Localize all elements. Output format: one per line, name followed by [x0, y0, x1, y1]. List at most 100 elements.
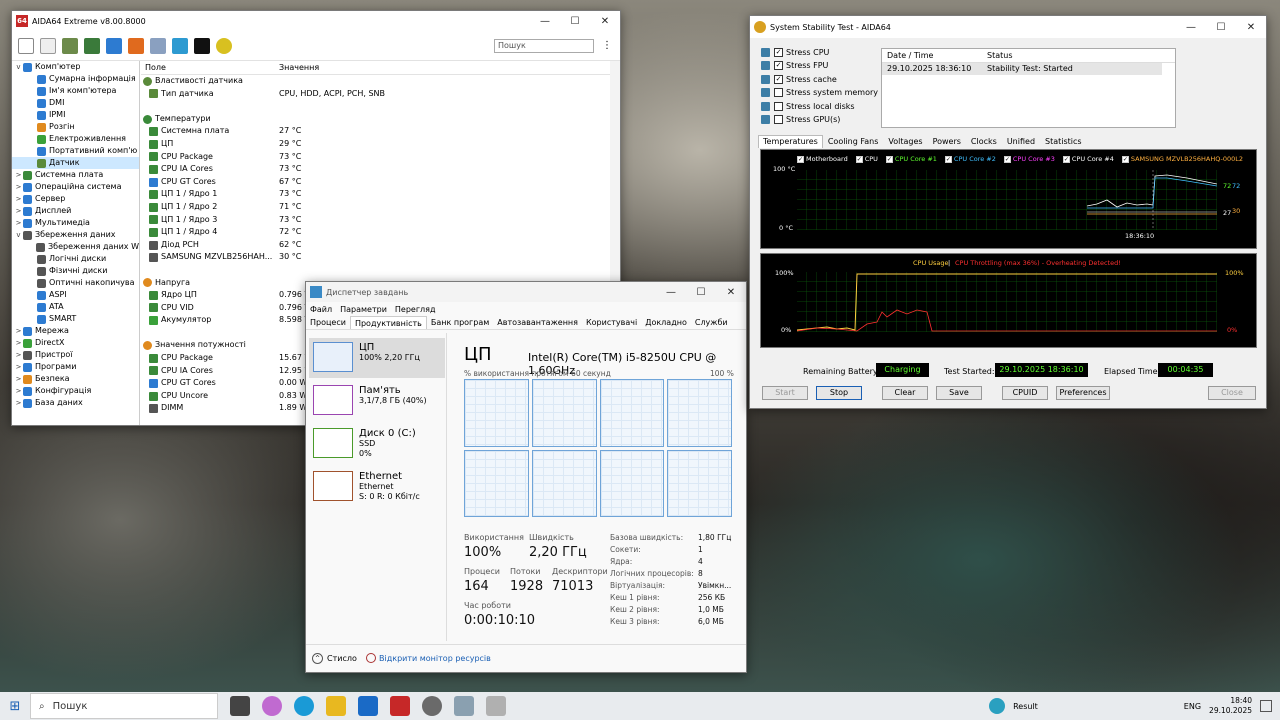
section-header[interactable]: Властивості датчика	[141, 75, 611, 88]
resource-item[interactable]: Ethernet Ethernet S: 0 R: 0 Кбіт/с	[309, 467, 445, 507]
legend-item[interactable]: ✓ SAMSUNG MZVLB256HAHQ-000L2	[1121, 155, 1243, 163]
sensor-row[interactable]	[141, 264, 611, 277]
sensor-row[interactable]: ЦП 1 / Ядро 2 71 °C	[141, 201, 611, 214]
aida64-titlebar[interactable]: 64 AIDA64 Extreme v8.00.8000 — ☐ ✕	[12, 11, 620, 31]
sensor-row[interactable]: ЦП 1 / Ядро 1 73 °C	[141, 188, 611, 201]
legend-item[interactable]: ✓ CPU Core #2	[944, 155, 996, 163]
start-button[interactable]: Start	[762, 386, 808, 400]
stress-checkbox[interactable]: ✓ Stress FPU	[761, 61, 828, 71]
tree-item[interactable]: ATA	[12, 301, 139, 313]
sensor-row[interactable]	[141, 100, 611, 113]
preferences-button[interactable]: Preferences	[1056, 386, 1110, 400]
resource-item[interactable]: ЦП 100% 2,20 ГГц	[309, 338, 445, 378]
search-input[interactable]: Пошук	[494, 38, 594, 53]
user-icon[interactable]	[172, 37, 188, 54]
stress-checkbox[interactable]: Stress local disks	[761, 101, 855, 111]
stress-checkbox[interactable]: Stress system memory	[761, 88, 878, 98]
more-menu-icon[interactable]: ⋮	[600, 40, 614, 51]
expand-icon[interactable]: >	[14, 337, 23, 349]
copilot-icon[interactable]	[262, 696, 282, 716]
graph-tab[interactable]: Cooling Fans	[823, 135, 884, 148]
gauge-icon[interactable]	[216, 37, 232, 54]
stop-button[interactable]: Stop	[816, 386, 862, 400]
settings-icon[interactable]	[422, 696, 442, 716]
graph-tab[interactable]: Clocks	[966, 135, 1002, 148]
expand-icon[interactable]: >	[14, 181, 23, 193]
graph-tab[interactable]: Statistics	[1040, 135, 1087, 148]
unchecked-icon[interactable]	[774, 88, 783, 98]
tree-item[interactable]: Датчик	[12, 157, 139, 169]
tree-item[interactable]: > Конфігурація	[12, 385, 139, 397]
tree-item[interactable]: > Програми	[12, 361, 139, 373]
stability-titlebar[interactable]: System Stability Test - AIDA64 — ☐ ✕	[750, 16, 1266, 38]
expand-icon[interactable]: v	[14, 61, 23, 73]
menu-icon[interactable]	[18, 37, 34, 54]
log-status-header[interactable]: Status	[982, 49, 1013, 62]
tree-item[interactable]: > Мультимедіа	[12, 217, 139, 229]
tree-item[interactable]: Збереження даних W	[12, 241, 139, 253]
resource-item[interactable]: Диск 0 (C:) SSD 0%	[309, 424, 445, 464]
checked-icon[interactable]: ✓	[774, 48, 783, 57]
legend-checkbox-icon[interactable]: ✓	[885, 155, 893, 163]
tree-item[interactable]: Оптичні накопичува	[12, 277, 139, 289]
tree-item[interactable]: Електроживлення	[12, 133, 139, 145]
close-button[interactable]: ✕	[1236, 22, 1266, 33]
drives-icon[interactable]	[150, 37, 166, 54]
expand-icon[interactable]: >	[14, 361, 23, 373]
tree-item[interactable]: > База даних	[12, 397, 139, 409]
stress-checkbox[interactable]: Stress GPU(s)	[761, 115, 840, 124]
tab[interactable]: Продуктивність	[349, 316, 427, 329]
legend-item[interactable]: ✓ CPU Core #4	[1062, 155, 1114, 163]
legend-checkbox-icon[interactable]: ✓	[797, 155, 804, 163]
tree-item[interactable]: Розгін	[12, 121, 139, 133]
navigation-tree[interactable]: v Комп'ютер Сумарна інформація Ім'я комп'ют…	[12, 61, 140, 425]
legend-item[interactable]: ✓ CPU	[855, 155, 878, 163]
tree-item[interactable]: Сумарна інформація	[12, 73, 139, 85]
sensor-row[interactable]: CPU IA Cores 73 °C	[141, 163, 611, 176]
tree-item[interactable]: > Безпека	[12, 373, 139, 385]
close-button[interactable]: ✕	[590, 16, 620, 27]
sensor-row[interactable]: ЦП 29 °C	[141, 138, 611, 151]
maximize-button[interactable]: ☐	[1206, 22, 1236, 33]
legend-checkbox-icon[interactable]: ✓	[1003, 155, 1011, 163]
tree-item[interactable]: > Пристрої	[12, 349, 139, 361]
sensor-row[interactable]: SAMSUNG MZVLB256HAH... 30 °C	[141, 251, 611, 264]
sensor-row[interactable]: Системна плата 27 °C	[141, 125, 611, 138]
flame-icon[interactable]	[128, 37, 144, 54]
tree-item[interactable]: SMART	[12, 313, 139, 325]
sensor-row[interactable]: Діод PCH 62 °C	[141, 239, 611, 252]
menu-item[interactable]: Файл	[310, 305, 332, 314]
cpuid-button[interactable]: CPUID	[1002, 386, 1048, 400]
edge-icon[interactable]	[294, 696, 314, 716]
expand-icon[interactable]: >	[14, 373, 23, 385]
expand-icon[interactable]: >	[14, 205, 23, 217]
task-manager-titlebar[interactable]: Диспетчер завдань — ☐ ✕	[306, 282, 746, 302]
sensor-row[interactable]: ЦП 1 / Ядро 3 73 °C	[141, 214, 611, 227]
maximize-button[interactable]: ☐	[560, 16, 590, 27]
weather-label[interactable]: Result	[1013, 702, 1038, 711]
windows-start-icon[interactable]: ⊞	[0, 699, 30, 714]
expand-icon[interactable]: >	[14, 397, 23, 409]
task-view-icon[interactable]	[230, 696, 250, 716]
task-manager-taskbar-icon[interactable]	[454, 696, 474, 716]
tab[interactable]: Автозавантаження	[493, 316, 582, 329]
report-icon[interactable]	[40, 37, 56, 54]
maximize-button[interactable]: ☐	[686, 287, 716, 298]
graph-tab[interactable]: Unified	[1002, 135, 1040, 148]
tree-item[interactable]: IPMI	[12, 109, 139, 121]
tree-item[interactable]: > DirectX	[12, 337, 139, 349]
file-explorer-icon[interactable]	[326, 696, 346, 716]
tree-item[interactable]: v Комп'ютер	[12, 61, 139, 73]
tree-item[interactable]: > Мережа	[12, 325, 139, 337]
legend-checkbox-icon[interactable]: ✓	[1121, 155, 1129, 163]
stability-test-taskbar-icon[interactable]	[486, 696, 506, 716]
minimize-button[interactable]: —	[656, 287, 686, 298]
unchecked-icon[interactable]	[774, 101, 783, 111]
network-icon[interactable]	[106, 37, 122, 54]
outlook-icon[interactable]	[358, 696, 378, 716]
clear-button[interactable]: Clear	[882, 386, 928, 400]
log-row[interactable]: 29.10.2025 18:36:10 Stability Test: Star…	[882, 63, 1162, 75]
expand-icon[interactable]: >	[14, 385, 23, 397]
expand-icon[interactable]: >	[14, 217, 23, 229]
resource-item[interactable]: Пам'ять 3,1/7,8 ГБ (40%)	[309, 381, 445, 421]
